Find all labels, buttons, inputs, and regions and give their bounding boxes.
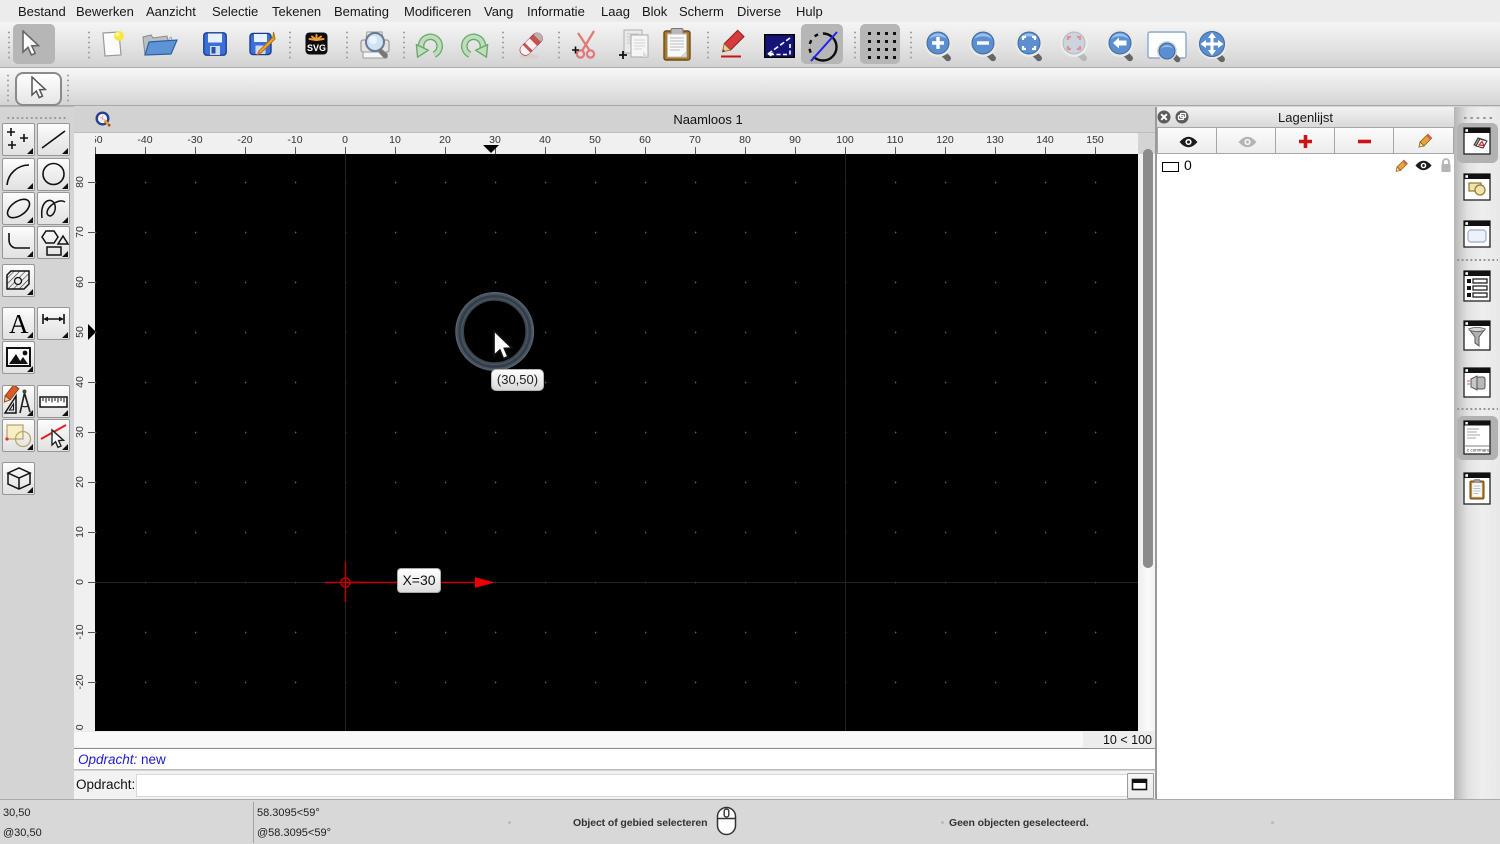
svg-text:c command: c command: [1467, 448, 1491, 453]
svg-text:SVG: SVG: [307, 43, 326, 53]
